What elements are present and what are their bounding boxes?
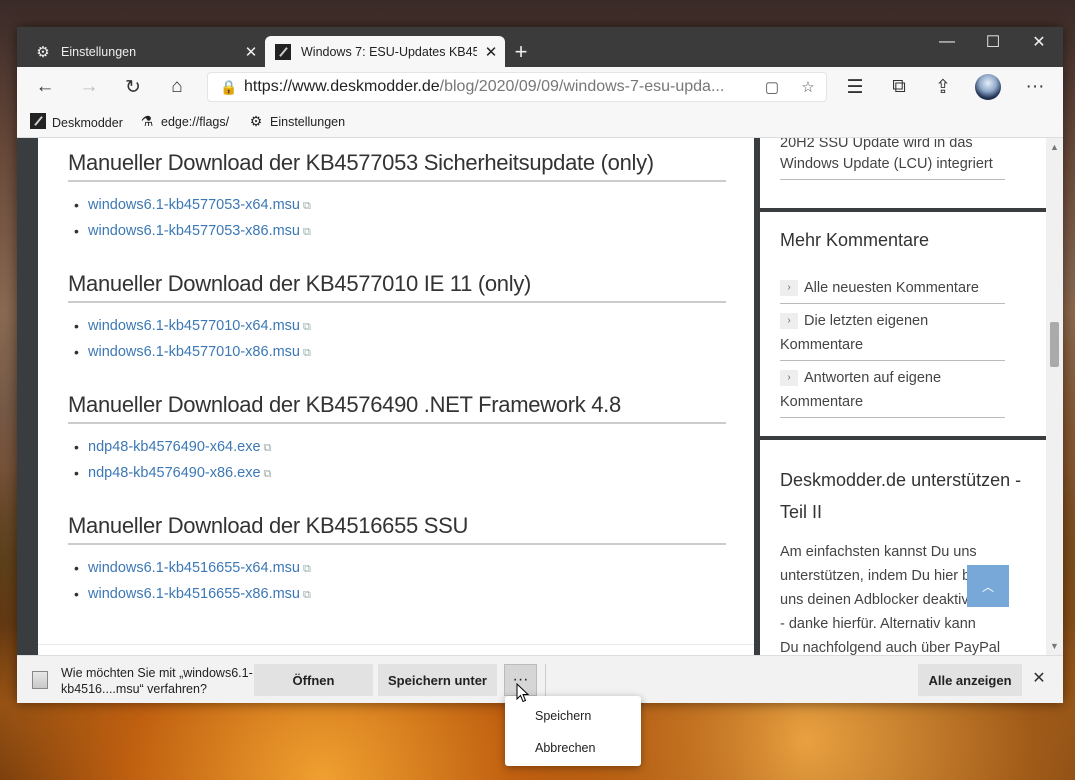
close-download-bar-icon[interactable]: ✕: [1027, 668, 1051, 688]
download-link[interactable]: windows6.1-kb4577053-x86.msu⧉: [74, 222, 311, 248]
deskmodder-logo-icon: [30, 113, 46, 132]
article-main: Manueller Download der KB4577053 Sicherh…: [38, 138, 754, 655]
tab-esu-updates[interactable]: Windows 7: ESU-Updates KB457 ✕: [265, 36, 505, 67]
gear-icon: ⚙: [249, 113, 263, 129]
lock-icon[interactable]: 🔒: [214, 79, 244, 96]
scrollbar[interactable]: ▲ ▼: [1046, 138, 1063, 655]
favorites-bar: Deskmodder ⚗ edge://flags/ ⚙ Einstellung…: [17, 107, 1063, 138]
show-all-button[interactable]: Alle anzeigen: [918, 664, 1022, 696]
close-tab-icon[interactable]: ✕: [237, 43, 265, 61]
maximize-icon[interactable]: ☐: [970, 27, 1016, 57]
chevron-up-icon: ︿: [981, 579, 994, 594]
external-link-icon: ⧉: [303, 589, 311, 601]
support-heading: Deskmodder.de unterstützen - Teil II: [780, 470, 1022, 522]
download-link[interactable]: windows6.1-kb4516655-x86.msu⧉: [74, 585, 311, 611]
scroll-thumb[interactable]: [1050, 322, 1059, 367]
address-bar[interactable]: 🔒 https://www.deskmodder.de/blog/2020/09…: [207, 72, 827, 102]
refresh-icon[interactable]: ↻: [118, 73, 148, 101]
section-heading: Manueller Download der KB4577053 Sicherh…: [68, 150, 726, 182]
share-icon[interactable]: ⇪: [928, 73, 958, 101]
download-link[interactable]: windows6.1-kb4516655-x64.msu⧉: [74, 559, 311, 585]
save-as-button[interactable]: Speichern unter: [378, 664, 497, 696]
mouse-cursor-icon: [516, 682, 530, 708]
open-button[interactable]: Öffnen: [254, 664, 373, 696]
external-link-icon: ⧉: [303, 563, 311, 575]
menu-item-cancel[interactable]: Abbrechen: [535, 741, 595, 755]
scroll-up-icon[interactable]: ▲: [1046, 142, 1063, 152]
external-link-icon: ⧉: [303, 200, 311, 212]
download-list: windows6.1-kb4577053-x64.msu⧉ windows6.1…: [74, 196, 311, 248]
tab-einstellungen[interactable]: ⚙ Einstellungen ✕: [25, 36, 265, 67]
scroll-to-top-button[interactable]: ︿: [967, 565, 1009, 607]
tab-label: Einstellungen: [61, 44, 137, 59]
divider: [760, 208, 1053, 212]
section-heading: Manueller Download der KB4577010 IE 11 (…: [68, 271, 726, 303]
sidebar-text[interactable]: Windows Update (LCU) integriert: [780, 152, 1005, 180]
url-host: https://www.deskmodder.de: [244, 78, 440, 95]
scroll-down-icon[interactable]: ▼: [1046, 641, 1063, 651]
external-link-icon: ⧉: [303, 226, 311, 238]
profile-avatar[interactable]: [975, 74, 1001, 100]
menu-item-save[interactable]: Speichern: [535, 709, 591, 723]
download-link[interactable]: windows6.1-kb4577010-x86.msu⧉: [74, 343, 311, 369]
divider: [760, 436, 1053, 440]
download-link[interactable]: ndp48-kb4576490-x64.exe⧉: [74, 438, 271, 464]
read-aloud-icon[interactable]: ▢: [760, 76, 784, 98]
forward-icon[interactable]: →: [74, 73, 104, 101]
browser-window: ⚙ Einstellungen ✕ Windows 7: ESU-Updates…: [17, 27, 1063, 703]
tab-label: Windows 7: ESU-Updates KB457: [301, 44, 477, 59]
section-heading: Manueller Download der KB4576490 .NET Fr…: [68, 392, 726, 424]
favorite-label: Einstellungen: [270, 114, 346, 129]
comment-link-replies[interactable]: › Antworten auf eigene Kommentare: [780, 366, 1005, 418]
chevron-right-icon: ›: [780, 370, 798, 387]
external-link-icon: ⧉: [263, 442, 272, 454]
download-list: ndp48-kb4576490-x64.exe⧉ ndp48-kb4576490…: [74, 438, 271, 490]
gear-icon: ⚙: [36, 43, 50, 61]
external-link-icon: ⧉: [303, 321, 311, 333]
collections-icon[interactable]: ⧉: [884, 73, 914, 101]
favorite-einstellungen[interactable]: ⚙ Einstellungen: [248, 113, 345, 130]
download-link[interactable]: windows6.1-kb4577053-x64.msu⧉: [74, 196, 311, 222]
download-list: windows6.1-kb4577010-x64.msu⧉ windows6.1…: [74, 317, 311, 369]
download-link[interactable]: ndp48-kb4576490-x86.exe⧉: [74, 464, 271, 490]
favorite-edge-flags[interactable]: ⚗ edge://flags/: [139, 113, 229, 130]
comment-link-own[interactable]: › Die letzten eigenen Kommentare: [780, 309, 1005, 361]
sidebar: 20H2 SSU Update wird in das Windows Upda…: [760, 138, 1053, 655]
minimize-icon[interactable]: —: [924, 27, 970, 57]
section-heading: Manueller Download der KB4516655 SSU: [68, 513, 726, 545]
page-viewport[interactable]: Manueller Download der KB4577053 Sicherh…: [17, 138, 1063, 655]
chevron-right-icon: ›: [780, 280, 798, 297]
flask-icon: ⚗: [140, 113, 154, 129]
close-tab-icon[interactable]: ✕: [477, 43, 505, 61]
url-path: /blog/2020/09/09/windows-7-esu-upda...: [439, 78, 725, 95]
comment-link-all[interactable]: › Alle neuesten Kommentare: [780, 276, 1005, 304]
download-link[interactable]: windows6.1-kb4577010-x64.msu⧉: [74, 317, 311, 343]
navigation-toolbar: ← → ↻ ⌂ 🔒 https://www.deskmodder.de/blog…: [17, 67, 1063, 107]
tab-strip: ⚙ Einstellungen ✕ Windows 7: ESU-Updates…: [17, 27, 1063, 67]
favorites-icon[interactable]: ☰: [840, 73, 870, 101]
favorite-star-icon[interactable]: ☆: [796, 76, 820, 98]
window-close-icon[interactable]: ✕: [1016, 27, 1062, 57]
download-message: Wie möchten Sie mit „windows6.1- kb4516.…: [61, 666, 253, 696]
home-icon[interactable]: ⌂: [162, 73, 192, 101]
divider: [38, 644, 754, 645]
favorite-label: Deskmodder: [52, 115, 123, 130]
new-tab-icon[interactable]: +: [509, 39, 533, 65]
download-list: windows6.1-kb4516655-x64.msu⧉ windows6.1…: [74, 559, 311, 611]
favorite-label: edge://flags/: [161, 114, 230, 129]
chevron-right-icon: ›: [780, 313, 798, 330]
comments-heading: Mehr Kommentare: [780, 230, 930, 250]
divider: [545, 664, 546, 696]
back-icon[interactable]: ←: [30, 73, 60, 101]
settings-more-icon[interactable]: ···: [1020, 73, 1050, 101]
external-link-icon: ⧉: [263, 468, 272, 480]
file-icon: [32, 671, 48, 689]
external-link-icon: ⧉: [303, 347, 311, 359]
url-text[interactable]: https://www.deskmodder.de/blog/2020/09/0…: [244, 78, 744, 96]
deskmodder-logo-icon: [275, 43, 291, 60]
favorite-deskmodder[interactable]: Deskmodder: [30, 113, 123, 132]
